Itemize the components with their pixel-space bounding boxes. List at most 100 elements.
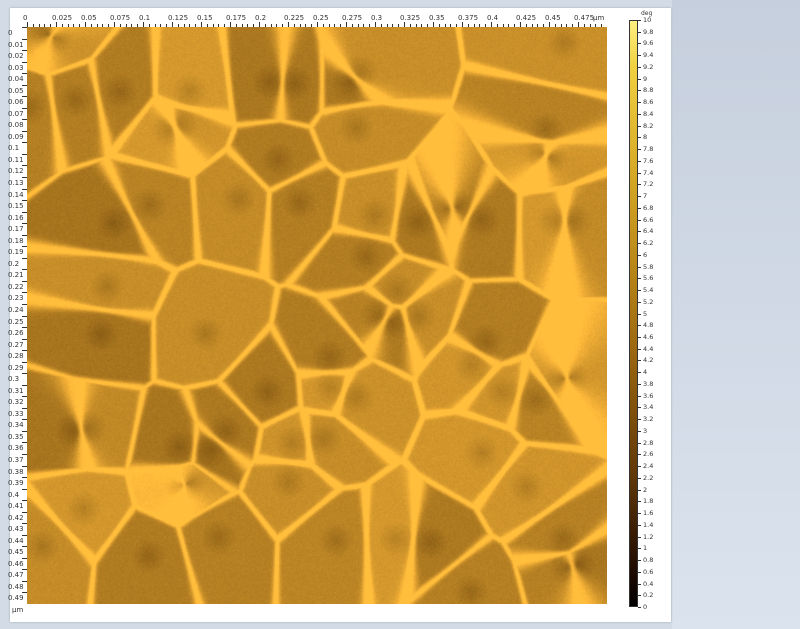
colorbar-tick (638, 583, 641, 585)
y-tick-label: 0.24 (8, 305, 24, 314)
y-tick-label: 0 (8, 29, 13, 37)
colorbar-tick (638, 489, 641, 491)
y-axis-unit: µm (12, 606, 24, 614)
x-tick-label: 0.35 (429, 14, 445, 22)
y-tick-label: 0.49 (8, 594, 24, 603)
colorbar-tick (638, 243, 641, 245)
y-tick-label: 0.1 (8, 144, 20, 153)
colorbar-tick-label: 6.6 (643, 215, 654, 224)
colorbar-tick-label: 4.2 (643, 356, 654, 365)
colorbar-tick (638, 571, 641, 573)
colorbar-tick-label: 3.4 (643, 403, 654, 412)
colorbar-tick-label: 8.4 (643, 109, 654, 118)
y-tick-label: 0.2 (8, 259, 20, 268)
x-tick-label: 0.3 (371, 14, 383, 22)
colorbar-tick (638, 219, 641, 221)
y-tick-label: 0.28 (8, 352, 24, 361)
colorbar-tick-label: 1.2 (643, 532, 654, 541)
colorbar-tick-label: 4.4 (643, 344, 654, 353)
colorbar-tick-label: 9.6 (643, 39, 654, 48)
x-tick-label: 0.4 (487, 14, 499, 22)
x-tick-label: 0.375 (458, 14, 479, 22)
colorbar-tick (638, 454, 641, 456)
y-tick-label: 0.16 (8, 213, 24, 222)
afm-phase-image[interactable] (27, 27, 607, 604)
x-tick-label: 0.05 (81, 14, 97, 22)
colorbar-tick (638, 477, 641, 479)
y-tick-label: 0.32 (8, 398, 24, 407)
colorbar-tick (638, 254, 641, 256)
x-tick-label: 0.2 (255, 14, 267, 22)
colorbar-tick (638, 325, 641, 327)
colorbar-tick (638, 231, 641, 233)
y-tick-label: 0.43 (8, 525, 24, 534)
colorbar-tick (638, 31, 641, 33)
colorbar-tick-label: 4 (643, 368, 648, 377)
y-tick-label: 0.42 (8, 513, 24, 522)
colorbar-tick-label: 7.6 (643, 156, 654, 165)
colorbar-tick (638, 43, 641, 45)
y-tick-label: 0.19 (8, 248, 24, 257)
x-tick-label: 0.425 (516, 14, 537, 22)
colorbar-tick-label: 6 (643, 250, 648, 259)
colorbar-tick-label: 3 (643, 426, 648, 435)
colorbar-tick-label: 0.4 (643, 579, 654, 588)
colorbar-tick (638, 360, 641, 362)
colorbar-tick-label: 8.6 (643, 98, 654, 107)
colorbar-tick (638, 548, 641, 550)
colorbar-tick-label: 0 (643, 603, 648, 611)
y-tick-label: 0.36 (8, 444, 24, 453)
y-tick-label: 0.3 (8, 375, 20, 384)
y-tick-label: 0.44 (8, 536, 24, 545)
colorbar-tick (638, 372, 641, 374)
colorbar-tick (638, 595, 641, 597)
x-tick-label: 0.15 (197, 14, 213, 22)
y-tick-label: 0.05 (8, 86, 24, 95)
y-tick-label: 0.48 (8, 582, 24, 591)
colorbar-tick (638, 172, 641, 174)
colorbar-tick (638, 336, 641, 338)
colorbar-tick (638, 301, 641, 303)
x-tick-label: 0.45 (545, 14, 561, 22)
colorbar-tick-label: 7 (643, 192, 648, 201)
y-tick-label: 0.35 (8, 432, 24, 441)
colorbar-tick-label: 2.6 (643, 450, 654, 459)
colorbar-tick (638, 348, 641, 350)
colorbar-tick (638, 90, 641, 92)
y-tick-label: 0.14 (8, 190, 24, 199)
colorbar-tick-label: 7.4 (643, 168, 654, 177)
y-tick-label: 0.17 (8, 225, 24, 234)
colorbar-tick-label: 3.8 (643, 379, 654, 388)
y-tick-label: 0.39 (8, 479, 24, 488)
colorbar-tick (638, 383, 641, 385)
y-tick-label: 0.46 (8, 559, 24, 568)
colorbar-tick (638, 20, 641, 21)
colorbar-tick-label: 1.8 (643, 497, 654, 506)
colorbar-tick-label: 4.8 (643, 321, 654, 330)
colorbar-tick (638, 513, 641, 515)
colorbar-tick-label: 2 (643, 485, 648, 494)
desktop-background (672, 0, 800, 629)
colorbar-tick-label: 6.4 (643, 227, 654, 236)
colorbar-tick-label: 8 (643, 133, 648, 142)
colorbar-tick (638, 78, 641, 80)
y-tick-label: 0.03 (8, 63, 24, 72)
colorbar-tick (638, 137, 641, 139)
y-tick-label: 0.47 (8, 571, 24, 580)
y-tick-label: 0.33 (8, 409, 24, 418)
colorbar-tick (638, 66, 641, 68)
colorbar-tick (638, 278, 641, 280)
colorbar-tick (638, 419, 641, 421)
colorbar-tick-label: 5.8 (643, 262, 654, 271)
y-tick-label: 0.18 (8, 236, 24, 245)
colorbar (629, 20, 638, 607)
colorbar-tick-label: 9.8 (643, 27, 654, 36)
x-tick-label: 0.225 (284, 14, 305, 22)
colorbar-tick-label: 4.6 (643, 332, 654, 341)
x-tick-label: 0.25 (313, 14, 329, 22)
y-tick-label: 0.13 (8, 179, 24, 188)
colorbar-tick (638, 55, 641, 57)
x-tick-label: 0.325 (400, 14, 421, 22)
x-tick-label: 0 (23, 14, 28, 22)
colorbar-tick (638, 184, 641, 186)
